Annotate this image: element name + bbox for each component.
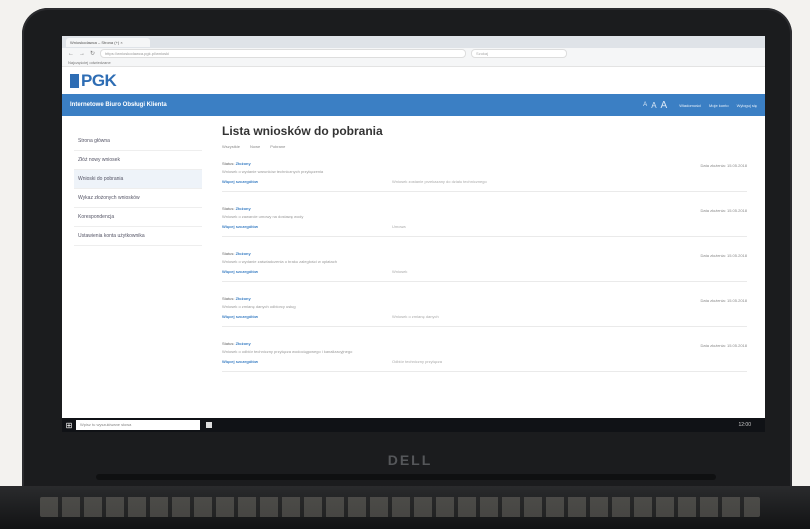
font-size-small-button[interactable]: A [643, 102, 647, 108]
filter-new[interactable]: Nowe [250, 144, 260, 149]
application-row: Status: Złożony Data złożenia: 15.05.201… [222, 247, 747, 282]
page-content: Strona główna Złóż nowy wniosek Wnioski … [62, 116, 765, 416]
application-row: Status: Złożony Data złożenia: 15.05.201… [222, 157, 747, 192]
details-link[interactable]: Więcej szczegółów [222, 179, 392, 184]
laptop-brand-logo: DELL [387, 452, 433, 468]
row-description: Wniosek o zawarcie umowy na dostawę wody [222, 214, 304, 219]
keyboard [40, 497, 760, 517]
details-link[interactable]: Więcej szczegółów [222, 224, 392, 229]
row-status: Status: Złożony [222, 341, 251, 346]
windows-start-icon[interactable]: ⊞ [62, 418, 76, 432]
sidebar-item-new-application[interactable]: Złóż nowy wniosek [74, 151, 202, 170]
forward-icon[interactable]: → [79, 51, 85, 57]
row-date: Data złożenia: 15.05.2018 [700, 208, 747, 213]
row-detail: Wniosek zostanie przekazany do działu te… [392, 179, 487, 184]
sidebar-item-correspondence[interactable]: Korespondencja [74, 208, 202, 227]
row-description: Wniosek o odbiór techniczny przyłącza wo… [222, 349, 353, 354]
row-description: Wniosek o zmianę danych odbiorcy usług [222, 304, 296, 309]
system-tray[interactable]: 12:00 [738, 422, 765, 428]
row-detail: Umowa [392, 224, 406, 229]
row-detail: Wniosek [392, 269, 408, 274]
reload-icon[interactable]: ↻ [90, 50, 95, 57]
filter-tabs: Wszystkie Nowe Pobrane [222, 144, 747, 149]
main-panel: Lista wniosków do pobrania Wszystkie Now… [202, 116, 765, 416]
screen: Wnioskodawca – Strona (+) × ← → ↻ https:… [62, 36, 765, 432]
laptop-hinge [96, 474, 716, 480]
sidebar-item-settings[interactable]: Ustawienia konta użytkownika [74, 227, 202, 246]
font-size-large-button[interactable]: A [661, 100, 668, 111]
row-date: Data złożenia: 15.05.2018 [700, 343, 747, 348]
filter-downloaded[interactable]: Pobrane [270, 144, 285, 149]
browser-toolbar: ← → ↻ https://wnioskodawca.pgk.pl/wniosk… [62, 48, 765, 59]
taskbar-search-input[interactable]: Wpisz tu wyszukiwane słowa [76, 420, 200, 430]
details-link[interactable]: Więcej szczegółów [222, 269, 392, 274]
pgk-logo-icon [70, 73, 79, 88]
account-link[interactable]: Moje konto [709, 103, 729, 108]
sidebar: Strona główna Złóż nowy wniosek Wnioski … [62, 116, 202, 416]
row-description: Wniosek o wydanie warunków technicznych … [222, 169, 324, 174]
row-detail: Wniosek o zmianę danych [392, 314, 439, 319]
row-date: Data złożenia: 15.05.2018 [700, 253, 747, 258]
row-status: Status: Złożony [222, 161, 251, 166]
application-row: Status: Złożony Data złożenia: 15.05.201… [222, 292, 747, 327]
row-status: Status: Złożony [222, 296, 251, 301]
sidebar-item-downloads[interactable]: Wnioski do pobrania [74, 170, 202, 189]
messages-link[interactable]: Wiadomości [679, 103, 701, 108]
browser-tab[interactable]: Wnioskodawca – Strona (+) × [66, 37, 150, 47]
page-title: Lista wniosków do pobrania [222, 124, 383, 138]
site-header: PGK [62, 67, 765, 94]
row-status: Status: Złożony [222, 251, 251, 256]
windows-taskbar: ⊞ Wpisz tu wyszukiwane słowa 12:00 [62, 418, 765, 432]
browser-search-input[interactable]: Szukaj [471, 49, 568, 58]
details-link[interactable]: Więcej szczegółów [222, 359, 392, 364]
logout-link[interactable]: Wyloguj się [737, 103, 757, 108]
filter-all[interactable]: Wszystkie [222, 144, 240, 149]
browser-tab-strip: Wnioskodawca – Strona (+) × [62, 36, 765, 48]
application-row: Status: Złożony Data złożenia: 15.05.201… [222, 337, 747, 372]
details-link[interactable]: Więcej szczegółów [222, 314, 392, 319]
sidebar-item-submitted[interactable]: Wykaz złożonych wniosków [74, 189, 202, 208]
application-row: Status: Złożony Data złożenia: 15.05.201… [222, 202, 747, 237]
row-detail: Odbiór techniczny przyłącza [392, 359, 443, 364]
font-size-medium-button[interactable]: A [651, 101, 656, 110]
row-date: Data złożenia: 15.05.2018 [700, 163, 747, 168]
url-bar[interactable]: https://wnioskodawca.pgk.pl/wnioski [100, 49, 467, 58]
back-icon[interactable]: ← [68, 51, 74, 57]
bookmarks-bar[interactable]: Najczęściej odwiedzane [62, 59, 765, 67]
sidebar-item-home[interactable]: Strona główna [74, 132, 202, 151]
row-date: Data złożenia: 15.05.2018 [700, 298, 747, 303]
task-view-icon[interactable] [206, 422, 212, 428]
row-status: Status: Złożony [222, 206, 251, 211]
row-description: Wniosek o wydanie zaświadczenia o braku … [222, 259, 337, 264]
pgk-logo[interactable]: PGK [81, 71, 117, 91]
page-header-title: Internetowe Biuro Obsługi Klienta [70, 102, 167, 108]
top-navigation-bar: Internetowe Biuro Obsługi Klienta A A A … [62, 94, 765, 116]
